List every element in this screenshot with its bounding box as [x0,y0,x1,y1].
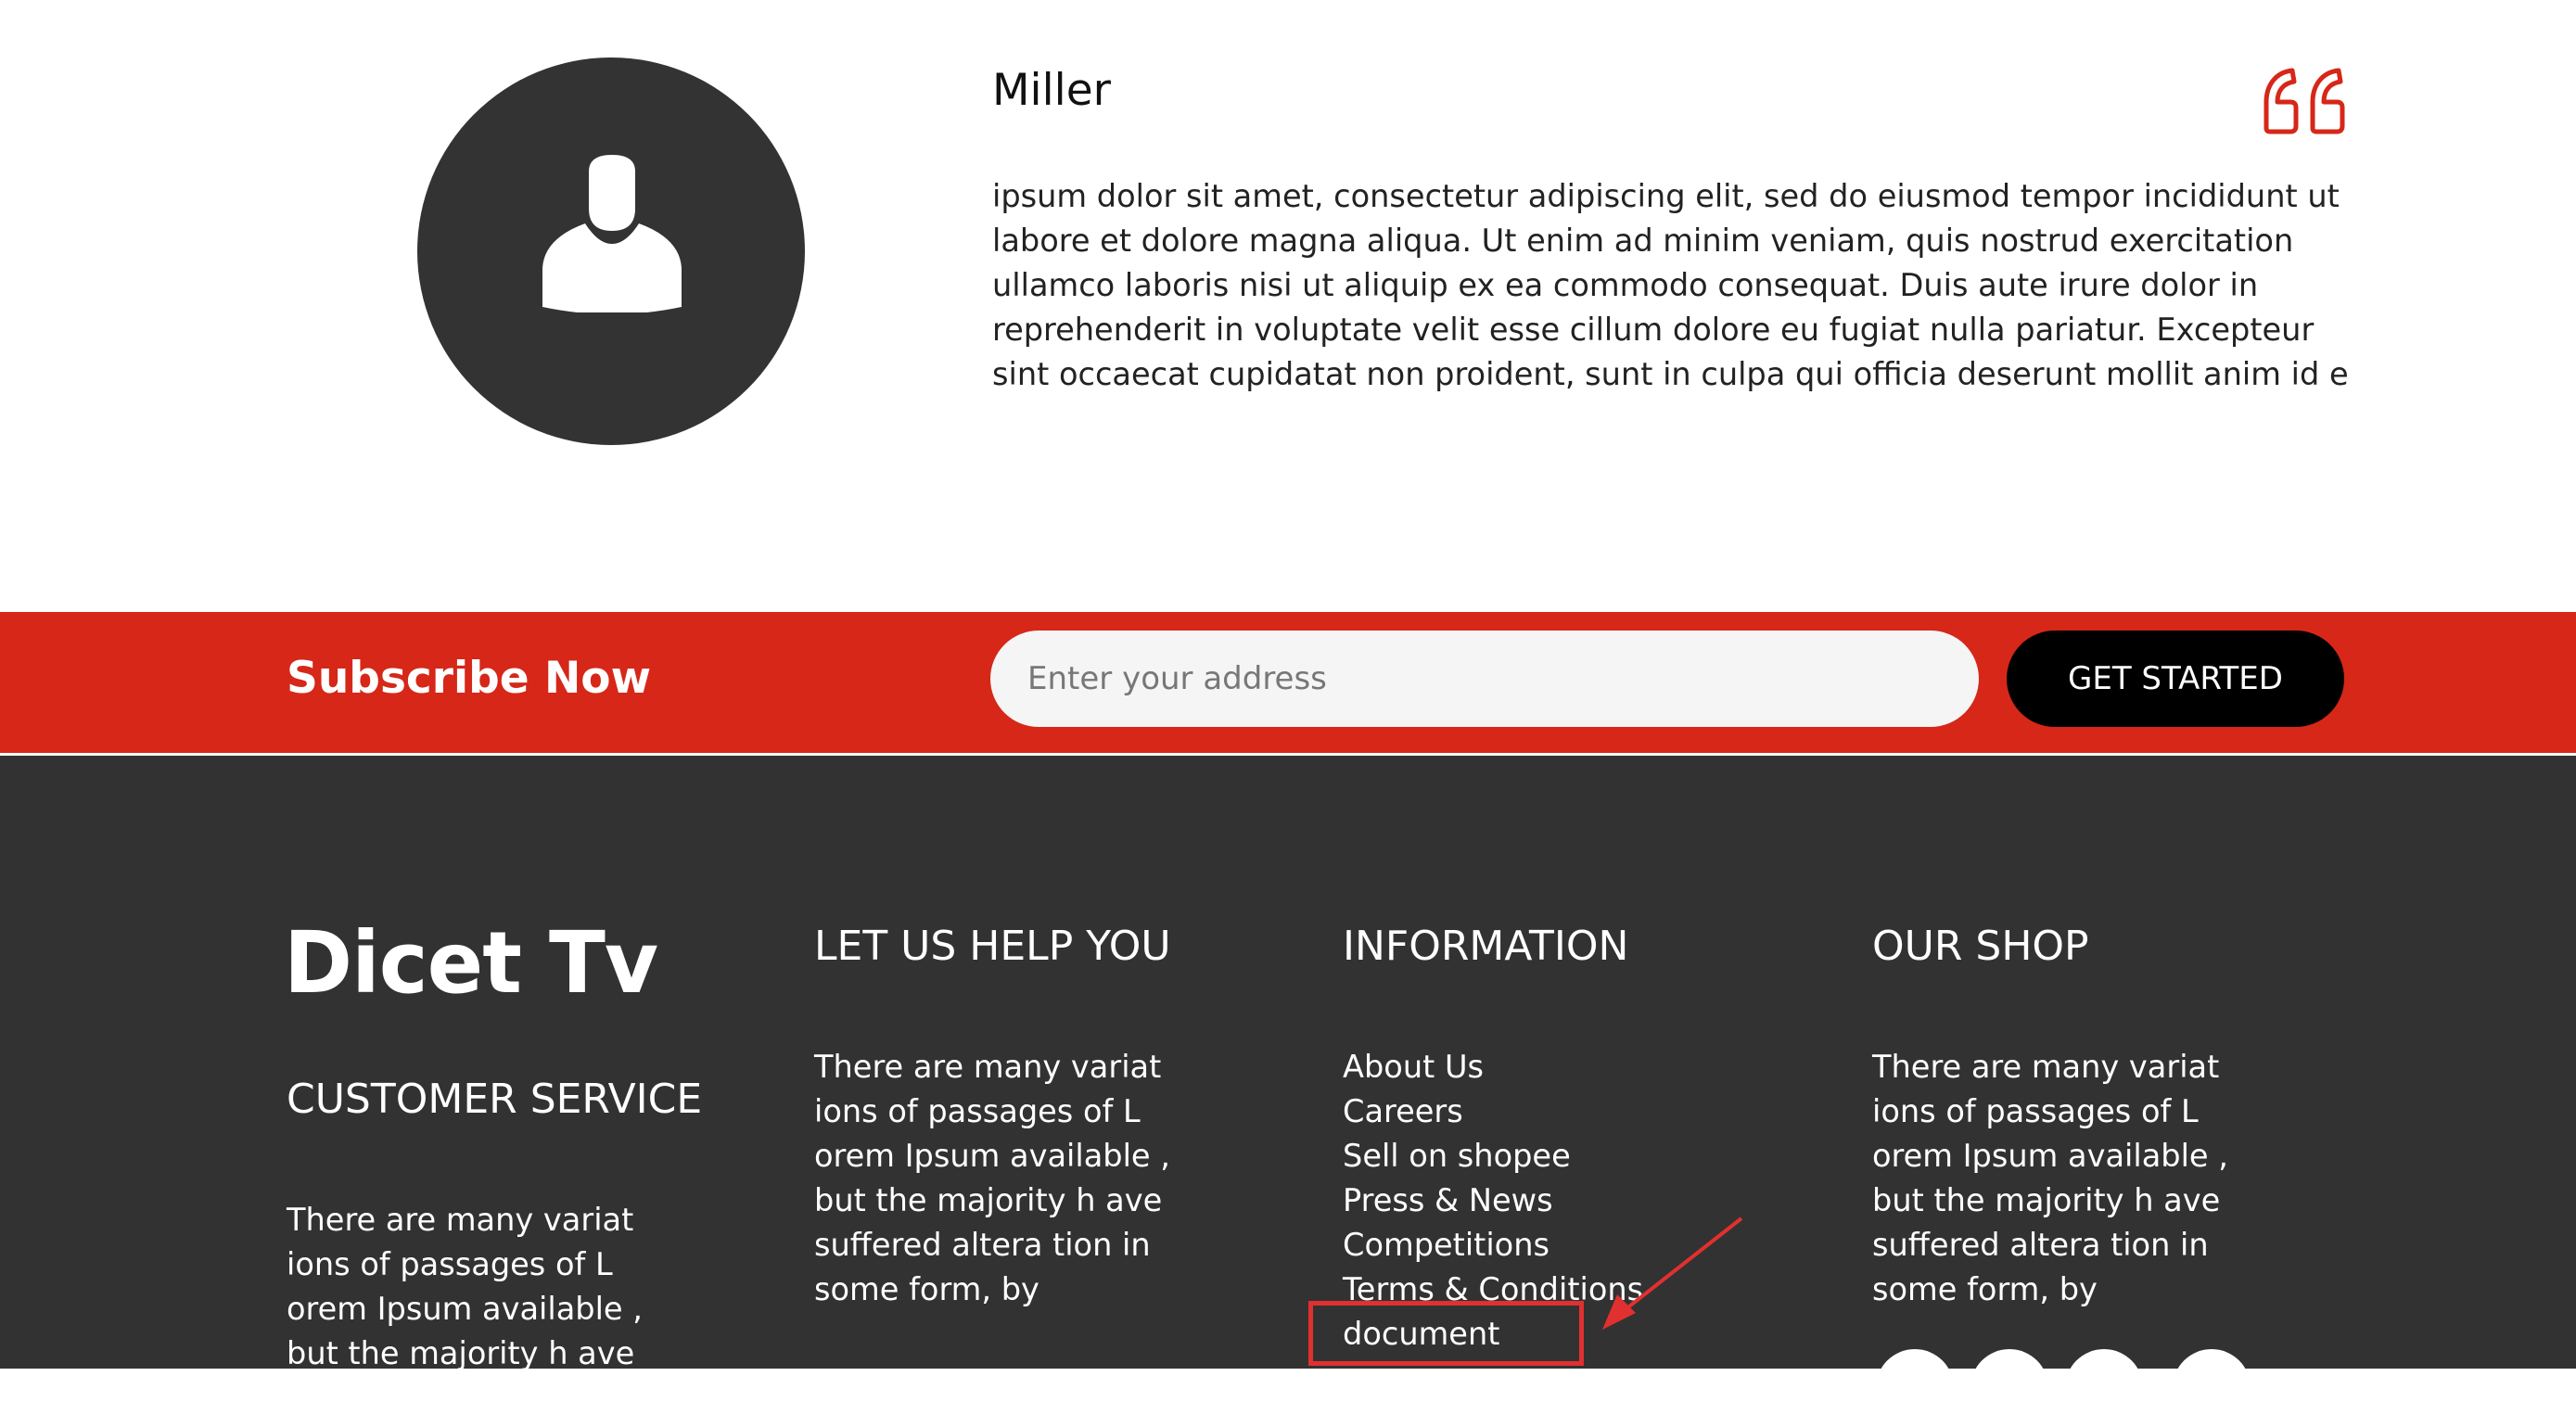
social-icon[interactable] [1970,1349,2048,1427]
social-icon[interactable] [2173,1349,2251,1427]
link-sell-on-shopee[interactable]: Sell on shopee [1343,1134,1643,1179]
testimonial-text: ipsum dolor sit amet, consectetur adipis… [992,178,2349,392]
social-icon[interactable] [2065,1349,2143,1427]
shop-heading: OUR SHOP [1872,923,2089,970]
customer-service-heading: CUSTOMER SERVICE [287,1076,703,1123]
footer: Dicet Tv CUSTOMER SERVICE There are many… [0,756,2576,1427]
information-heading: INFORMATION [1343,923,1629,970]
subscribe-band: Subscribe Now GET STARTED [0,612,2576,753]
help-heading: LET US HELP YOU [814,923,1171,970]
help-text: There are many variat ions of passages o… [814,1049,1170,1307]
address-input[interactable] [990,631,1979,727]
user-icon [542,155,682,312]
quote-icon [2264,68,2345,134]
testimonial-name: Miller [992,65,1111,116]
customer-service-text: There are many variat ions of passages o… [287,1202,643,1371]
footer-logo: Dicet Tv [284,913,658,1013]
social-icon[interactable] [1876,1349,1954,1427]
get-started-button[interactable]: GET STARTED [2007,631,2344,727]
shop-text: There are many variat ions of passages o… [1872,1049,2228,1307]
link-about-us[interactable]: About Us [1343,1045,1643,1089]
avatar [417,57,805,445]
annotation-highlight-box [1308,1301,1584,1366]
annotation-arrow-icon [1602,1217,1743,1330]
subscribe-title: Subscribe Now [287,653,652,704]
link-careers[interactable]: Careers [1343,1089,1643,1134]
